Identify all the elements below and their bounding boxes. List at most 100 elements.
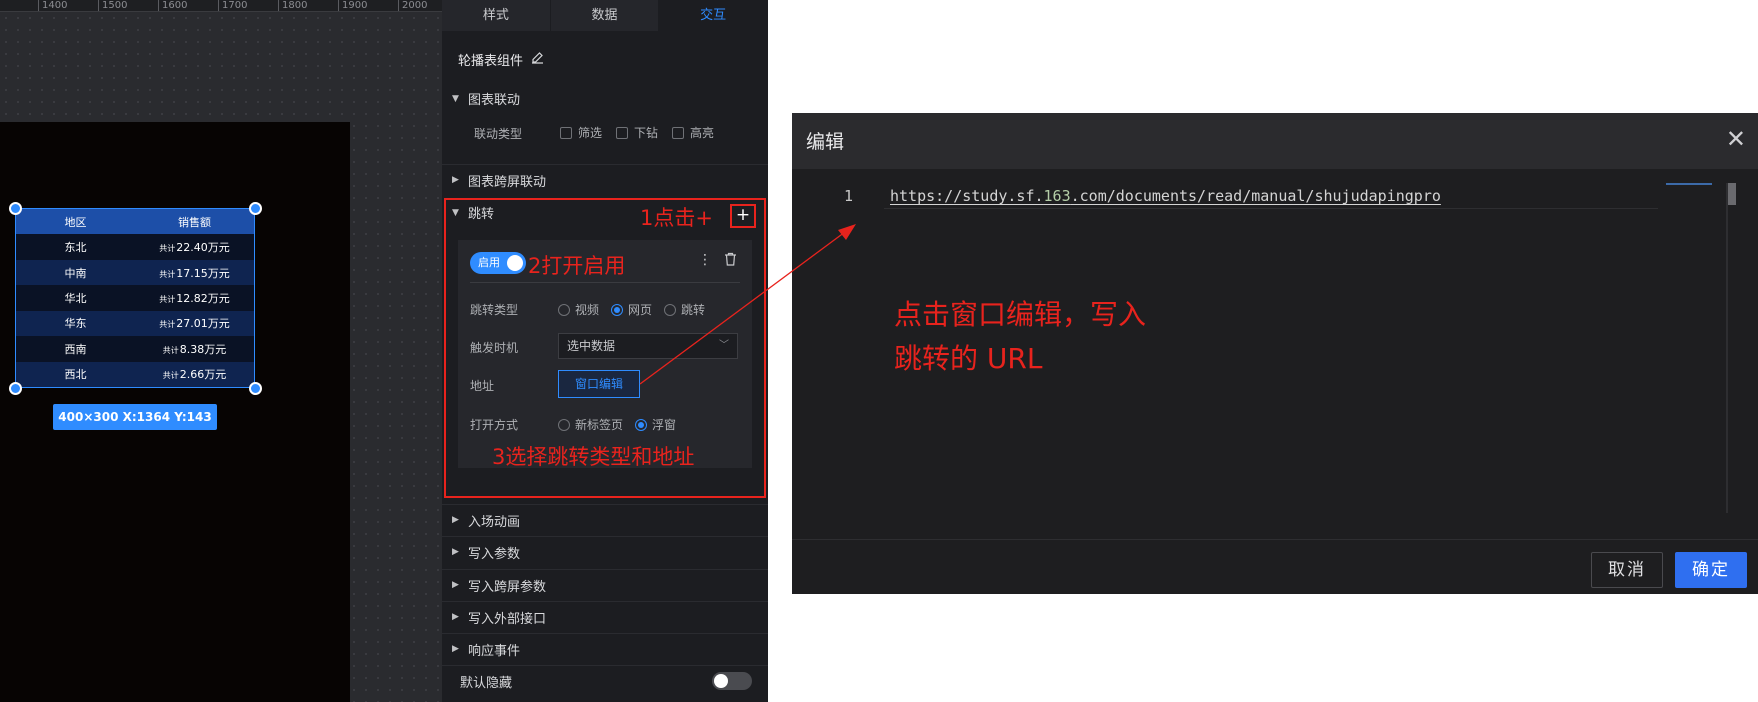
section-title: 响应事件 (468, 643, 521, 659)
annotation-line: 点击窗口编辑，写入 (894, 298, 1147, 331)
region-cell: 西北 (64, 368, 87, 382)
sales-cell: 共计17.15万元 (135, 265, 254, 281)
ruler-tick: 1700 (218, 0, 247, 11)
tab-style[interactable]: 样式 (442, 0, 551, 31)
sales-value: 17.15万元 (176, 266, 230, 280)
trash-icon[interactable] (724, 252, 737, 270)
card-divider (470, 282, 740, 283)
section-title: 写入外部接口 (468, 611, 547, 627)
radio-video[interactable]: 视频 (558, 301, 599, 318)
region-cell: 华北 (64, 291, 87, 305)
trigger-select[interactable]: 选中数据 ﹀ (558, 333, 738, 359)
tab-data[interactable]: 数据 (551, 0, 660, 31)
add-jump-button[interactable]: + (730, 204, 756, 228)
panel-tabs: 样式 数据 交互 (442, 0, 769, 31)
sales-prefix: 共计 (162, 345, 179, 355)
open-mode-label: 打开方式 (470, 418, 519, 432)
checkbox-filter[interactable]: 筛选 (560, 124, 602, 141)
scrollbar-thumb[interactable] (1728, 183, 1736, 205)
resize-handle-top-left[interactable] (9, 202, 22, 215)
design-canvas[interactable]: 1400 1500 1600 1700 1800 1900 2000 地区 销售… (0, 0, 442, 702)
checkbox-box (672, 126, 685, 139)
section-write-external[interactable]: ▶ 写入外部接口 (442, 601, 768, 632)
caret-right-icon: ▶ (452, 580, 459, 590)
checkbox-box (560, 126, 572, 139)
close-icon[interactable]: ✕ (1726, 125, 1746, 153)
table-row: 西北 共计2.66万元 (16, 361, 254, 387)
carousel-table: 地区 销售额 东北 共计22.40万元 中南 共计17.15万元 华北 共计12… (16, 209, 254, 387)
checkbox-highlight[interactable]: 高亮 (672, 124, 714, 141)
section-write-params[interactable]: ▶ 写入参数 (442, 536, 768, 567)
section-title: 图表跨屏联动 (468, 174, 547, 190)
sales-value: 22.40万元 (176, 241, 230, 255)
sales-cell: 共计2.66万元 (135, 366, 254, 382)
cancel-button[interactable]: 取消 (1591, 552, 1663, 588)
radio-label: 浮窗 (652, 418, 677, 432)
annotation-step1: 1点击+ (640, 206, 713, 230)
radio-new-tab[interactable]: 新标签页 (558, 416, 623, 433)
header-cell-region: 地区 (64, 215, 87, 229)
sales-cell: 共计27.01万元 (135, 315, 254, 331)
annotation-step2: 2打开启用 (528, 254, 626, 278)
caret-right-icon: ▶ (452, 644, 459, 654)
carousel-table-widget[interactable]: 地区 销售额 东北 共计22.40万元 中南 共计17.15万元 华北 共计12… (15, 208, 255, 388)
resize-handle-bottom-right[interactable] (249, 382, 262, 395)
resize-handle-bottom-left[interactable] (9, 382, 22, 395)
region-cell: 中南 (64, 266, 87, 280)
radio-label: 网页 (628, 303, 653, 317)
sales-value: 8.38万元 (179, 342, 227, 356)
window-edit-button[interactable]: 窗口编辑 (558, 370, 640, 398)
horizontal-ruler: 1400 1500 1600 1700 1800 1900 2000 (0, 0, 442, 12)
radio-float-window[interactable]: 浮窗 (635, 416, 676, 433)
checkbox-drilldown[interactable]: 下钻 (616, 124, 658, 141)
section-chart-link[interactable]: ▼ 图表联动 (442, 83, 768, 114)
section-title: 写入跨屏参数 (468, 579, 547, 595)
region-cell: 东北 (64, 241, 87, 255)
table-row: 中南 共计17.15万元 (16, 259, 254, 286)
confirm-button[interactable]: 确定 (1675, 552, 1747, 588)
ruler-tick: 1400 (38, 0, 67, 11)
radio-circle-selected (635, 418, 648, 431)
scrollbar-track[interactable] (1726, 183, 1728, 513)
table-row: 华北 共计12.82万元 (16, 285, 254, 311)
card-actions: ⋮ (698, 252, 737, 270)
url-text[interactable]: https://study.sf.163.com/documents/read/… (890, 187, 1441, 205)
table-row: 华东 共计27.01万元 (16, 310, 254, 337)
default-hidden-toggle[interactable] (712, 672, 752, 690)
trigger-label: 触发时机 (470, 341, 519, 355)
code-editor[interactable]: 1 https://study.sf.163.com/documents/rea… (792, 169, 1758, 539)
radio-webpage[interactable]: 网页 (611, 301, 652, 318)
region-cell: 西南 (64, 342, 87, 356)
ruler-tick: 1500 (98, 0, 127, 11)
edit-pencil-icon[interactable] (531, 51, 544, 68)
line-number: 1 (844, 187, 854, 205)
dialog-header: 编辑 ✕ (792, 113, 1758, 169)
link-type-label: 联动类型 (474, 127, 523, 141)
sales-prefix: 共计 (159, 320, 176, 330)
radio-jump[interactable]: 跳转 (664, 301, 705, 318)
section-cross-screen-link[interactable]: ▶ 图表跨屏联动 (442, 164, 768, 195)
more-vertical-icon[interactable]: ⋮ (698, 252, 712, 270)
radio-circle-selected (611, 303, 624, 316)
sales-cell: 共计12.82万元 (135, 290, 254, 306)
sales-cell: 共计8.38万元 (135, 341, 254, 357)
radio-circle (558, 418, 570, 431)
checkbox-label: 下钻 (634, 126, 659, 140)
dialog-footer-divider (792, 539, 1758, 540)
enable-toggle[interactable]: 启用 (470, 252, 526, 274)
checkbox-box (616, 126, 629, 139)
resize-handle-top-right[interactable] (249, 202, 262, 215)
section-write-cross-params[interactable]: ▶ 写入跨屏参数 (442, 569, 768, 600)
sales-value: 2.66万元 (179, 368, 227, 382)
section-entry-animation[interactable]: ▶ 入场动画 (442, 504, 768, 535)
sales-prefix: 共计 (159, 244, 176, 254)
jump-type-label: 跳转类型 (470, 303, 519, 317)
edit-dialog: 编辑 ✕ 1 https://study.sf.163.com/document… (792, 113, 1758, 594)
caret-right-icon: ▶ (452, 612, 459, 622)
tab-interaction[interactable]: 交互 (659, 0, 769, 31)
radio-label: 视频 (575, 303, 600, 317)
open-mode-options: 新标签页 浮窗 (558, 416, 688, 433)
checkbox-label: 筛选 (578, 126, 603, 140)
address-label: 地址 (470, 379, 495, 393)
section-respond-event[interactable]: ▶ 响应事件 (442, 633, 768, 664)
